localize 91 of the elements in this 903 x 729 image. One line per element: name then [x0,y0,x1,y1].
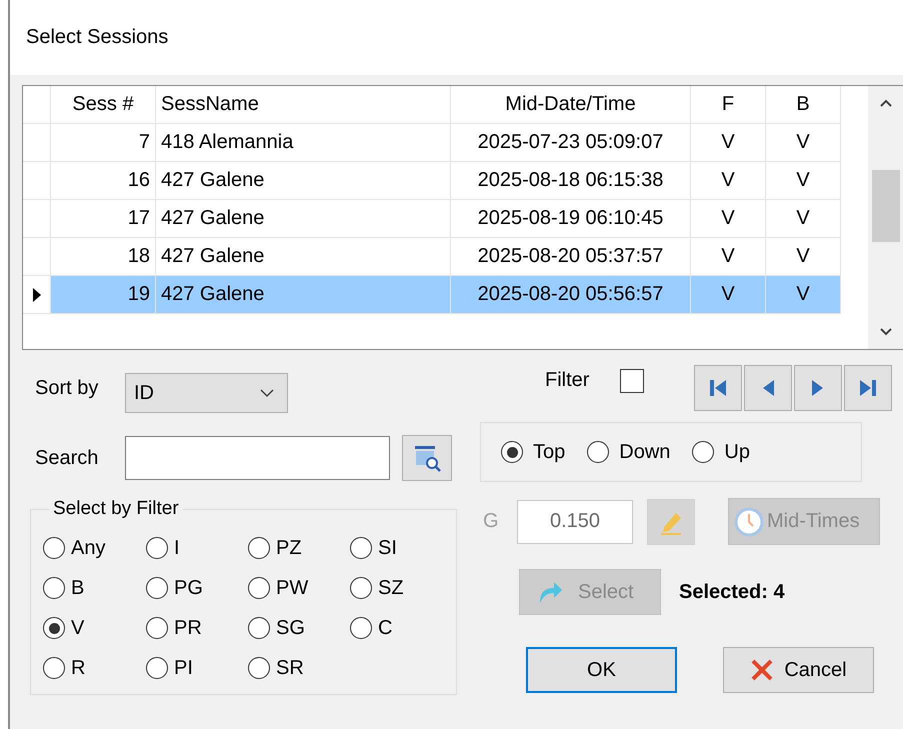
table-cell: V [766,124,841,162]
first-record-button[interactable] [694,365,742,411]
filter-option-label[interactable]: PR [174,616,202,640]
search-field[interactable] [125,436,390,480]
table-cell: 2025-08-19 06:10:45 [451,200,691,238]
previous-record-button[interactable] [744,365,792,411]
radio-circle[interactable] [146,537,168,559]
cancel-button[interactable]: Cancel [723,647,874,693]
filter-option-label[interactable]: I [174,536,180,560]
clock-icon [733,506,765,538]
filter-label: Filter [545,369,590,392]
filter-checkbox[interactable] [620,369,644,393]
table-cell: 418 Alemannia [156,124,451,162]
radio-circle[interactable] [146,617,168,639]
close-icon [750,658,774,682]
filter-option-label[interactable]: B [71,576,84,600]
chevron-down-icon [259,388,275,398]
current-row-icon [32,286,42,302]
radio-circle[interactable] [43,657,65,679]
filter-option-label[interactable]: V [71,616,84,640]
table-cell: 19 [51,276,156,314]
filter-option-label[interactable]: PG [174,576,203,600]
table-cell: V [691,200,766,238]
filter-option-label[interactable]: PI [174,656,193,680]
ok-button[interactable]: OK [526,647,677,693]
sort-by-dropdown[interactable]: ID [125,373,288,413]
direction-label[interactable]: Top [533,440,566,464]
search-button[interactable] [402,435,452,481]
table-row[interactable]: 19 427 Galene 2025-08-20 05:56:57 V V [23,276,868,314]
filter-option-label[interactable]: PZ [276,536,302,560]
direction-label[interactable]: Up [724,440,750,464]
selected-count: Selected: 4 [679,580,785,604]
radio-circle[interactable] [248,577,270,599]
scroll-down-icon[interactable] [879,327,893,337]
filter-option-label[interactable]: SI [378,536,397,560]
radio-circle[interactable] [146,657,168,679]
column-header[interactable]: Sess # [51,86,156,124]
radio-circle[interactable] [43,577,65,599]
radio-circle[interactable] [587,441,610,463]
radio-circle[interactable] [350,617,372,639]
table-cell: V [691,162,766,200]
radio-circle[interactable] [248,617,270,639]
table-cell: 2025-07-23 05:09:07 [451,124,691,162]
column-header[interactable]: SessName [156,86,451,124]
radio-circle[interactable] [248,657,270,679]
group-title: Select by Filter [52,498,180,520]
direction-label[interactable]: Down [619,440,670,464]
table-cell: 17 [51,200,156,238]
filter-option-label[interactable]: SG [276,616,305,640]
radio-circle[interactable] [43,617,65,639]
column-header[interactable]: Mid-Date/Time [451,86,691,124]
radio-circle[interactable] [350,537,372,559]
table-cell: V [766,200,841,238]
scrollbar[interactable] [868,86,903,349]
radio-circle[interactable] [501,441,523,463]
table-cell: 2025-08-20 05:56:57 [451,276,691,314]
table-cell: 2025-08-18 06:15:38 [451,162,691,200]
last-record-button[interactable] [844,365,892,411]
window-title: Select Sessions [26,26,168,49]
radio-circle[interactable] [248,537,270,559]
g-label: G [483,510,500,533]
table-cell: 427 Galene [156,276,451,314]
table-cell: 16 [51,162,156,200]
table-cell: 427 Galene [156,162,451,200]
radio-circle[interactable] [692,441,714,463]
scroll-thumb[interactable] [872,170,900,242]
table-cell: 7 [51,124,156,162]
filter-option-label[interactable]: Any [71,536,106,560]
table-cell: V [766,276,841,314]
filter-option-label[interactable]: SZ [378,576,404,600]
table-row[interactable]: 7 418 Alemannia 2025-07-23 05:09:07 V V [23,124,868,162]
filter-option-label[interactable]: PW [276,576,308,600]
filter-option-label[interactable]: SR [276,656,304,680]
filter-option-label[interactable]: R [71,656,86,680]
search-icon [412,443,442,473]
scroll-up-icon[interactable] [879,98,893,108]
filter-option-label[interactable]: C [378,616,392,640]
column-header[interactable]: B [766,86,841,124]
column-header[interactable]: F [691,86,766,124]
search-label: Search [35,446,100,470]
table-row[interactable]: 16 427 Galene 2025-08-18 06:15:38 V V [23,162,868,200]
sort-by-label: Sort by [35,376,100,400]
next-record-button[interactable] [794,365,842,411]
table-cell: V [691,276,766,314]
table-cell: 427 Galene [156,200,451,238]
radio-circle[interactable] [43,537,65,559]
radio-circle[interactable] [350,577,372,599]
table-cell: V [766,162,841,200]
table-cell: V [691,124,766,162]
radio-circle[interactable] [146,577,168,599]
table-row[interactable]: 17 427 Galene 2025-08-19 06:10:45 V V [23,200,868,238]
